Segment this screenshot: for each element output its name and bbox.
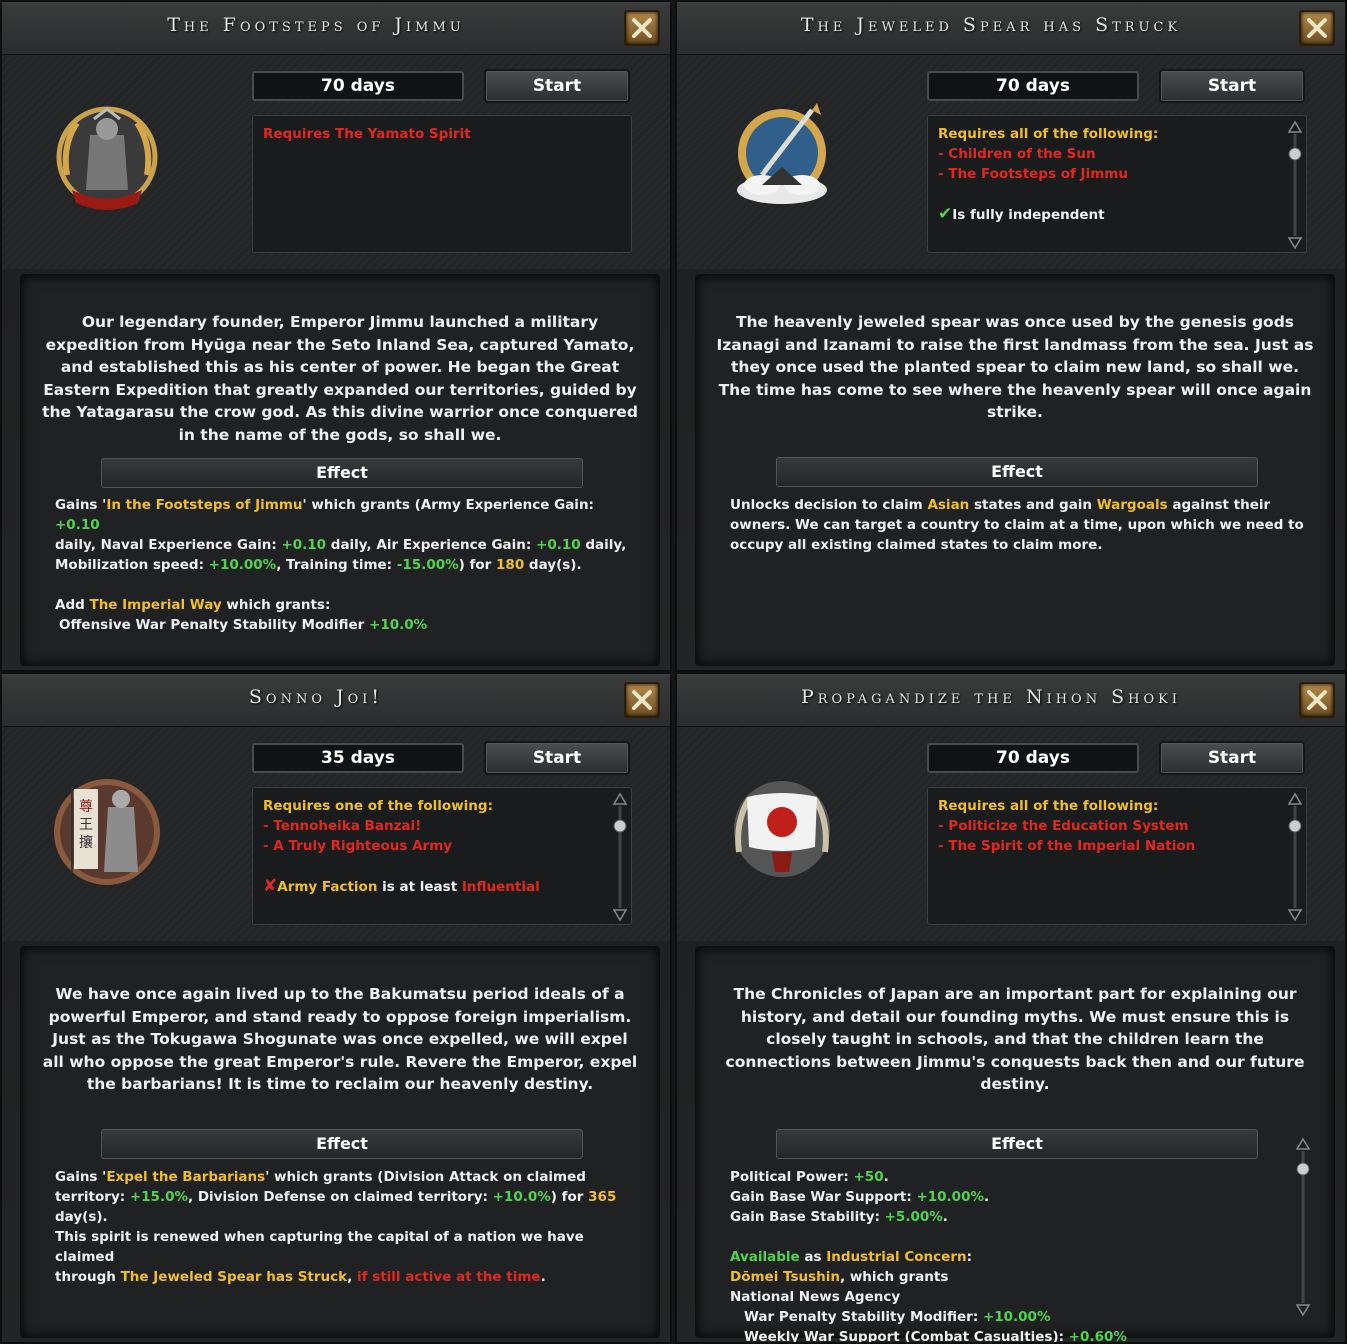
- decision-description: Our legendary founder, Emperor Jimmu lau…: [42, 313, 638, 444]
- close-button[interactable]: [624, 10, 660, 46]
- decision-header-area: 70 days Start Requires The Yamato Spirit: [2, 55, 670, 269]
- description-area: We have once again lived up to the Bakum…: [20, 946, 660, 1338]
- duration-display: 70 days: [927, 71, 1139, 101]
- decision-header-area: 70 days Start Requires all of the follow…: [677, 727, 1345, 941]
- duration-display: 35 days: [252, 743, 464, 773]
- scrollbar[interactable]: [611, 792, 629, 922]
- jeweled-spear-icon: [717, 95, 847, 225]
- decision-panel-nihon-shoki: Propagandize the Nihon Shoki 70 days Sta…: [675, 672, 1347, 1344]
- svg-text:王: 王: [79, 817, 93, 833]
- effect-header: Effect: [101, 1129, 583, 1159]
- description-area: The Chronicles of Japan are an important…: [695, 946, 1335, 1342]
- close-icon: [1307, 18, 1327, 38]
- banner-soldier-icon: 尊 王 攘: [42, 767, 172, 897]
- effect-text: Unlocks decision to claim Asian states a…: [730, 497, 1304, 553]
- decision-panel-jeweled-spear: The Jeweled Spear has Struck 70 days Sta…: [675, 0, 1347, 672]
- panel-title: The Footsteps of Jimmu: [167, 14, 465, 36]
- requirement-item: - A Truly Righteous Army: [263, 838, 453, 854]
- title-bar: Sonno Joi!: [2, 674, 670, 727]
- requirements-box: Requires all of the following: - Childre…: [927, 115, 1307, 253]
- title-bar: The Jeweled Spear has Struck: [677, 2, 1345, 55]
- scrollbar[interactable]: [1286, 120, 1304, 250]
- start-button[interactable]: Start: [1159, 69, 1305, 103]
- svg-text:攘: 攘: [79, 834, 93, 851]
- title-bar: Propagandize the Nihon Shoki: [677, 674, 1345, 727]
- requirements-header: Requires all of the following:: [938, 798, 1159, 814]
- effect-header: Effect: [776, 457, 1258, 487]
- decision-panel-sonno-joi: Sonno Joi! 尊 王 攘 35 days Start Requires …: [0, 672, 672, 1344]
- title-bar: The Footsteps of Jimmu: [2, 2, 670, 55]
- requirement-text: Requires The Yamato Spirit: [263, 126, 471, 142]
- requirements-header: Requires all of the following:: [938, 126, 1159, 142]
- close-button[interactable]: [624, 682, 660, 718]
- requirement-unmet: ✘Army Faction is at least Influential: [263, 876, 540, 896]
- start-button[interactable]: Start: [484, 69, 630, 103]
- scrollbar[interactable]: [1294, 1137, 1312, 1317]
- panel-title: Propagandize the Nihon Shoki: [800, 686, 1181, 708]
- requirements-box: Requires The Yamato Spirit: [252, 115, 632, 253]
- requirements-box: Requires all of the following: - Politic…: [927, 787, 1307, 925]
- effect-header: Effect: [776, 1129, 1258, 1159]
- requirement-item: - Tennoheika Banzai!: [263, 818, 422, 834]
- requirements-box: Requires one of the following: - Tennohe…: [252, 787, 632, 925]
- decision-header-area: 70 days Start Requires all of the follow…: [677, 55, 1345, 269]
- samurai-warrior-icon: [42, 95, 172, 225]
- requirement-item: - Politicize the Education System: [938, 818, 1189, 834]
- cross-icon: ✘: [263, 876, 278, 896]
- requirement-item: - The Spirit of the Imperial Nation: [938, 838, 1196, 854]
- decision-panel-footsteps-of-jimmu: The Footsteps of Jimmu 70 days Start Req…: [0, 0, 672, 672]
- start-button[interactable]: Start: [484, 741, 630, 775]
- checkmark-icon: ✔: [938, 204, 953, 224]
- rising-sun-flag-icon: [717, 767, 847, 897]
- effect-text: Gains 'In the Footsteps of Jimmu' which …: [55, 497, 627, 633]
- close-button[interactable]: [1299, 682, 1335, 718]
- effect-header: Effect: [101, 458, 583, 488]
- start-button[interactable]: Start: [1159, 741, 1305, 775]
- close-icon: [632, 690, 652, 710]
- decision-description: The Chronicles of Japan are an important…: [725, 985, 1305, 1093]
- decision-description: We have once again lived up to the Bakum…: [42, 985, 638, 1093]
- requirement-item: - The Footsteps of Jimmu: [938, 166, 1128, 182]
- description-area: The heavenly jeweled spear was once used…: [695, 274, 1335, 666]
- requirement-met: ✔Is fully independent: [938, 204, 1105, 224]
- duration-display: 70 days: [927, 743, 1139, 773]
- panel-title: The Jeweled Spear has Struck: [800, 14, 1182, 36]
- requirements-header: Requires one of the following:: [263, 798, 493, 814]
- panel-title: Sonno Joi!: [248, 686, 384, 708]
- requirement-item: - Children of the Sun: [938, 146, 1096, 162]
- effect-text: Political Power: +50. Gain Base War Supp…: [730, 1169, 1127, 1344]
- decision-description: The heavenly jeweled spear was once used…: [716, 313, 1314, 421]
- close-button[interactable]: [1299, 10, 1335, 46]
- close-icon: [632, 18, 652, 38]
- svg-text:尊: 尊: [79, 798, 93, 815]
- description-area: Our legendary founder, Emperor Jimmu lau…: [20, 274, 660, 666]
- duration-display: 70 days: [252, 71, 464, 101]
- decision-header-area: 尊 王 攘 35 days Start Requires one of the …: [2, 727, 670, 941]
- scrollbar[interactable]: [1286, 792, 1304, 922]
- effect-text: Gains 'Expel the Barbarians' which grant…: [55, 1169, 617, 1285]
- close-icon: [1307, 690, 1327, 710]
